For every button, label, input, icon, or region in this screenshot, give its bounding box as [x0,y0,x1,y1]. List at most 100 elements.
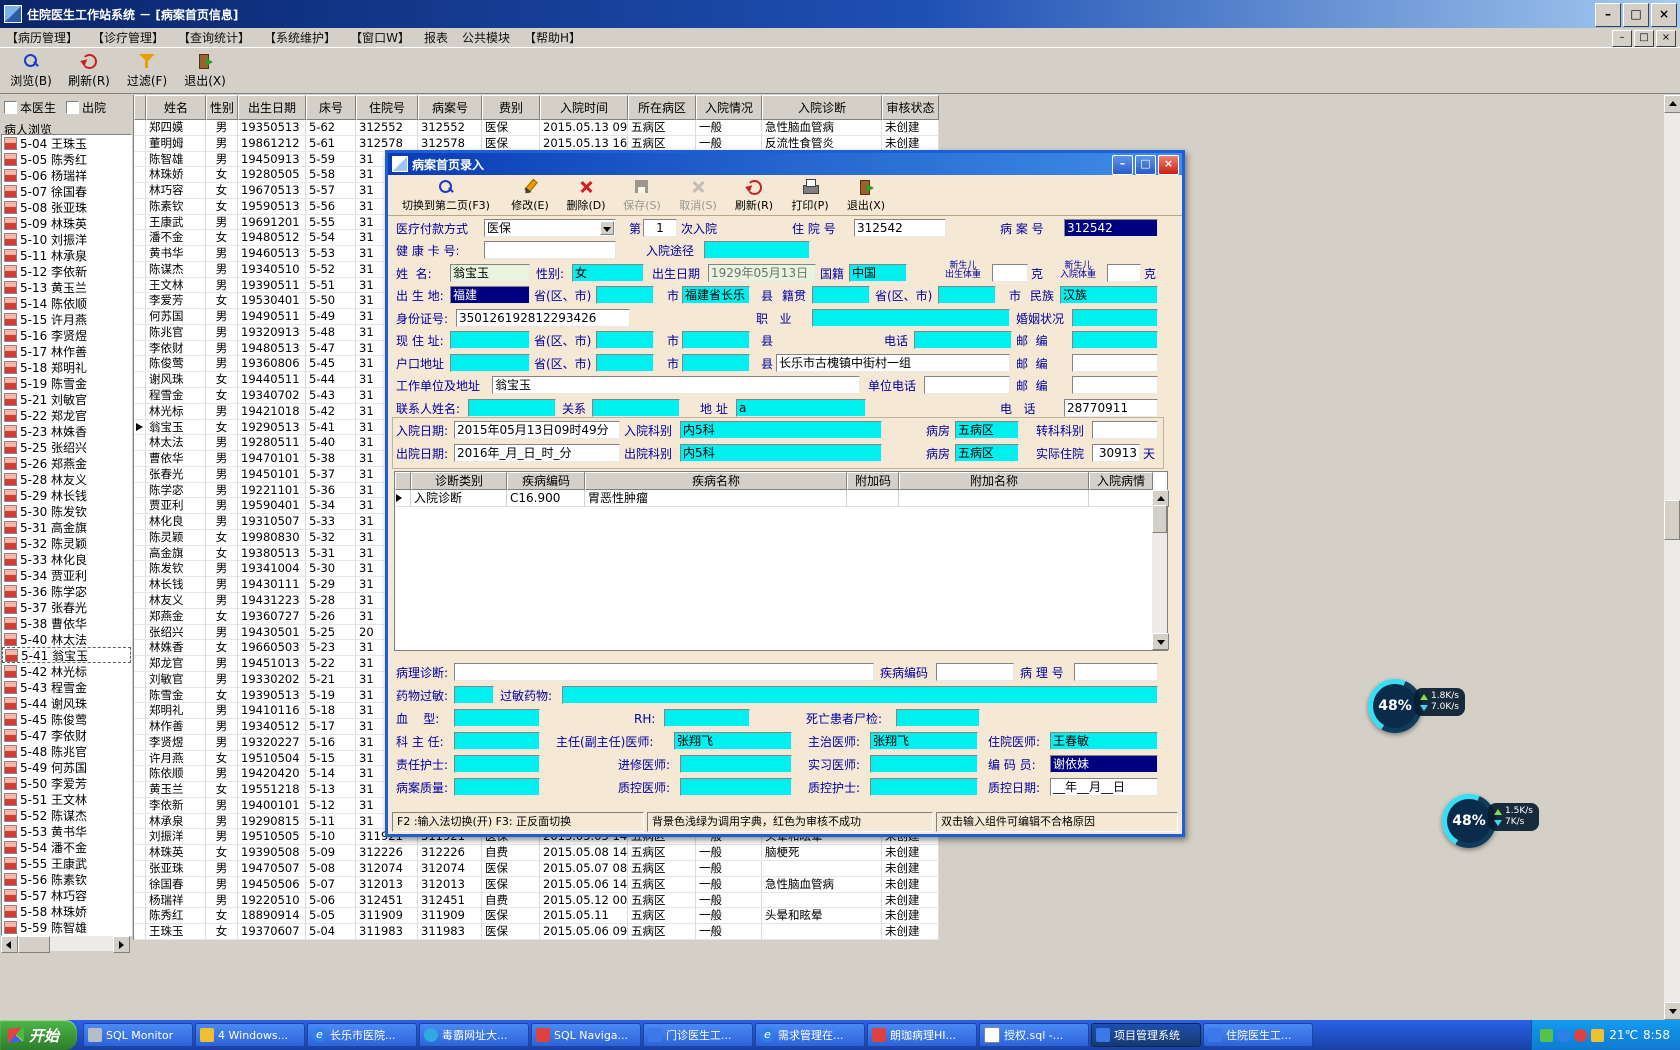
patient-list-item[interactable]: 5-44 谢风珠 [2,695,131,711]
checkbox-icon[interactable] [66,101,79,114]
marital-input[interactable] [1072,309,1158,327]
patient-list-item[interactable]: 5-40 林太法 [2,631,131,647]
table-row[interactable]: 林珠英女193905085-09312226312226自费2015.05.08… [134,845,939,861]
visit-number-input[interactable]: 1 [643,219,677,237]
taskbar-item[interactable]: 住院医生工... [1203,1023,1313,1047]
allergy-drug-input[interactable] [562,686,1158,704]
ethnic-input[interactable]: 汉族 [1060,286,1158,304]
main-vscrollbar[interactable] [1664,95,1680,1020]
table-row[interactable]: 王珠玉女193706075-04311983311983医保2015.05.06… [134,924,939,940]
patient-list-item[interactable]: 5-55 王康武 [2,855,131,871]
patient-list-item[interactable]: 5-14 陈依顺 [2,295,131,311]
print-button[interactable]: 打印(P) [784,176,836,214]
patient-list-item[interactable]: 5-57 林巧容 [2,887,131,903]
dialog-minimize-button[interactable]: – [1112,155,1133,175]
name-input[interactable]: 翁宝玉 [450,264,530,282]
patient-list-item[interactable]: 5-04 王珠玉 [2,135,131,151]
ward-input[interactable]: 五病区 [955,421,1019,439]
tray-icon-red[interactable] [1574,1029,1587,1042]
exit-button[interactable]: 退出(X) [180,49,230,93]
scrollbar-thumb[interactable] [18,936,50,953]
taskbar-item[interactable]: 授权.sql -... [979,1023,1089,1047]
my-doctor-checkbox[interactable]: 本医生 [4,99,56,116]
address-zip-input[interactable] [1072,331,1158,349]
column-header[interactable]: 病案号 [418,95,482,120]
patient-list-item[interactable]: 5-21 刘敏官 [2,391,131,407]
patient-list-item[interactable]: 5-07 徐国春 [2,183,131,199]
scrollbar-thumb[interactable] [1664,500,1680,540]
filter-button[interactable]: 过滤(F) [122,49,172,93]
transfer-dept-input[interactable] [1092,421,1158,439]
column-header[interactable]: 床号 [306,95,356,120]
sidebar-hscrollbar[interactable] [1,936,130,951]
start-button[interactable]: 开始 [0,1020,77,1050]
scroll-left-icon[interactable] [1,936,18,953]
resident-doctor-input[interactable]: 王春敏 [1050,732,1158,750]
discharge-date-input[interactable]: 2016年_月_日_时_分 [454,444,620,462]
switch-page-button[interactable]: 切换到第二页(F3) [392,176,500,214]
patient-list-item[interactable]: 5-36 陈学宓 [2,583,131,599]
hukou-input[interactable] [450,354,530,372]
scroll-down-icon[interactable] [1664,1002,1680,1020]
menu-item[interactable]: 【查询统计】 [178,29,250,46]
column-header[interactable]: 住院号 [356,95,418,120]
sex-input[interactable]: 女 [572,264,644,282]
patient-list-item[interactable]: 5-54 潘不金 [2,839,131,855]
modify-button[interactable]: 修改(E) [504,176,556,214]
work-unit-input[interactable]: 翁宝玉 [492,376,860,394]
trainee-doctor-input[interactable] [680,755,792,773]
patient-list-item[interactable]: 5-50 李爱芳 [2,775,131,791]
record-quality-input[interactable] [454,778,540,796]
close-button[interactable]: × [1651,3,1677,27]
blood-type-input[interactable] [454,709,540,727]
column-header[interactable]: 所在病区 [628,95,696,120]
patient-list-item[interactable]: 5-28 林友义 [2,471,131,487]
discharge-ward-input[interactable]: 五病区 [955,444,1019,462]
patient-list-item[interactable]: 5-38 曹依华 [2,615,131,631]
table-row[interactable]: 陈秀红女188909145-05311909311909医保2015.05.11… [134,908,939,924]
taskbar-item[interactable]: 毒霸网址大... [419,1023,529,1047]
patient-list-item[interactable]: 5-48 陈兆官 [2,743,131,759]
pathology-no-input[interactable] [1074,663,1158,681]
patient-list-item[interactable]: 5-10 刘振洋 [2,231,131,247]
dialog-titlebar[interactable]: 病案首页录入 – □ × [388,153,1182,175]
rh-input[interactable] [664,709,750,727]
patient-list-item[interactable]: 5-13 黄玉兰 [2,279,131,295]
address-province-input[interactable] [596,331,654,349]
scrollbar-thumb[interactable] [1152,505,1167,533]
occupation-input[interactable] [812,309,1010,327]
menu-item[interactable]: 【诊疗管理】 [92,29,164,46]
chief-doctor-input[interactable]: 张翔飞 [674,732,792,750]
patient-list-item[interactable]: 5-08 张亚珠 [2,199,131,215]
birthplace-city-input[interactable]: 福建省长乐 [682,286,750,304]
newborn-admit-weight-input[interactable] [1107,264,1141,282]
scroll-right-icon[interactable] [113,936,130,953]
intern-doctor-input[interactable] [870,755,978,773]
contact-address-input[interactable]: a [736,399,866,417]
clock[interactable]: 8:58 [1643,1028,1670,1042]
patient-list-item[interactable]: 5-30 陈发钦 [2,503,131,519]
autopsy-input[interactable] [896,709,980,727]
column-header[interactable]: 出生日期 [238,95,306,120]
patient-list-item[interactable]: 5-42 林光标 [2,663,131,679]
patient-list-item[interactable]: 5-32 陈灵颖 [2,535,131,551]
patient-list-item[interactable]: 5-25 张绍兴 [2,439,131,455]
qc-date-input[interactable]: __年__月__日 [1050,778,1158,796]
diagnosis-grid-vscrollbar[interactable] [1152,490,1167,650]
taskbar-item[interactable]: 朗珈病理HI... [867,1023,977,1047]
menu-item[interactable]: 【病历管理】 [6,29,78,46]
table-row[interactable]: 张亚珠男194705075-08312074312074医保2015.05.07… [134,861,939,877]
admit-path-input[interactable] [704,241,810,259]
menu-item[interactable]: 公共模块 [462,29,510,46]
admit-date-input[interactable]: 2015年05月13日09时49分 [454,421,620,439]
patient-list-item[interactable]: 5-11 林承泉 [2,247,131,263]
native-province-input[interactable] [938,286,996,304]
patient-list-item[interactable]: 5-51 王文林 [2,791,131,807]
patient-list-item[interactable]: 5-18 郑明礼 [2,359,131,375]
contact-phone-input[interactable]: 28770911 [1064,399,1158,417]
diagnosis-row[interactable]: 入院诊断C16.900胃恶性肿瘤 [395,490,1167,507]
pathology-dx-input[interactable] [454,663,874,681]
dob-input[interactable]: 1929年05月13日 [708,264,816,282]
work-phone-input[interactable] [924,376,1010,394]
address-city-input[interactable] [682,331,750,349]
